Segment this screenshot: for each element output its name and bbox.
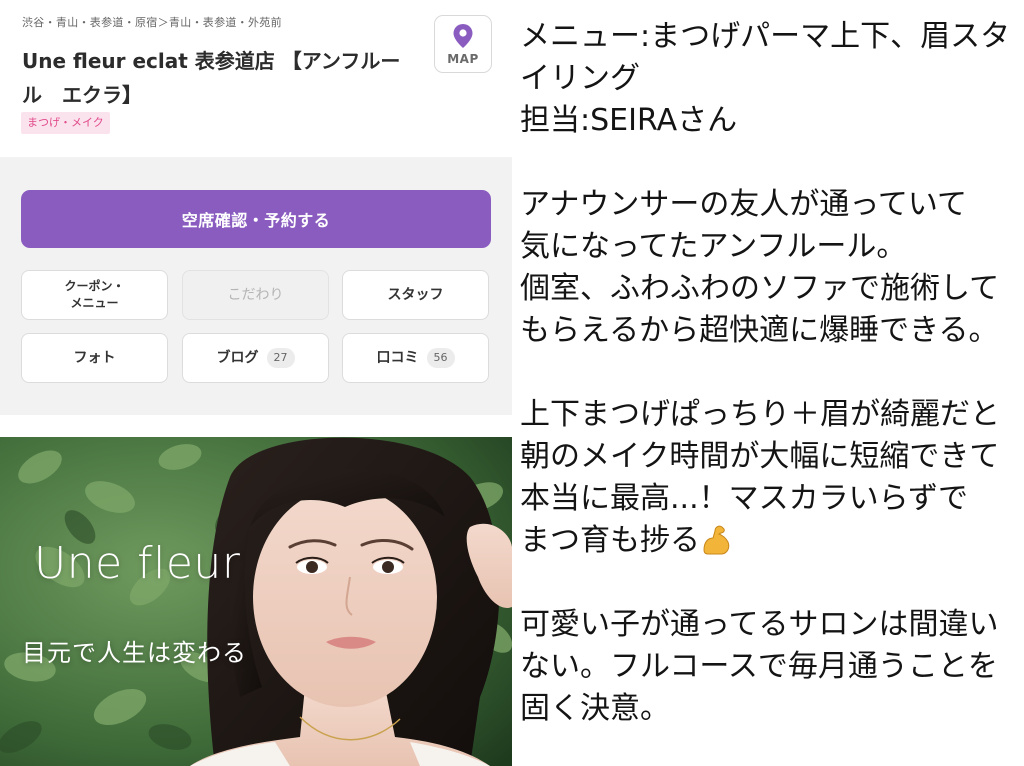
tab-kodawari-label: こだわり <box>227 286 284 303</box>
paragraph-2-line-1: 上下まつげぱっちり＋眉が綺麗だと <box>520 397 1000 432</box>
tab-coupon-menu[interactable]: クーポン・ メニュー <box>21 270 168 320</box>
paragraph-3-line-1: 可愛い子が通ってるサロンは間違い <box>520 607 999 642</box>
shop-name-line1: Une fleur eclat 表参道店 【アンフルー <box>22 49 401 73</box>
tab-reviews[interactable]: 口コミ 56 <box>342 333 489 383</box>
paragraph-2-line-3: 本当に最高...！マスカラいらずで <box>520 481 969 516</box>
paragraph-1-line-2: 気になってたアンフルール。 <box>520 229 907 264</box>
paragraph-1-line-4: もらえるから超快適に爆睡できる。 <box>520 313 999 348</box>
tab-kodawari: こだわり <box>182 270 329 320</box>
paragraph-2-line-2: 朝のメイク時間が大幅に短縮できて <box>520 439 1000 474</box>
shop-name: Une fleur eclat 表参道店 【アンフルー ル エクラ】 <box>22 44 417 112</box>
review-text: メニュー:まつげパーマ上下、眉スタ イリング 担当:SEIRAさん アナウンサー… <box>520 16 1016 730</box>
map-label: MAP <box>447 51 479 66</box>
shop-header: 渋谷・青山・表参道・原宿＞青山・表参道・外苑前 Une fleur eclat … <box>0 0 512 157</box>
banner-slogan: 目元で人生は変わる <box>22 639 247 667</box>
tab-staff[interactable]: スタッフ <box>342 270 489 320</box>
paragraph-1-line-3: 個室、ふわふわのソファで施術して <box>520 271 1000 306</box>
shop-name-line2: ル エクラ】 <box>22 83 142 107</box>
action-area: 空席確認・予約する クーポン・ メニュー こだわり スタッフ フォト ブログ 2… <box>0 157 512 415</box>
divider <box>0 415 512 437</box>
tab-reviews-label: 口コミ <box>376 349 419 366</box>
genre-tag: まつげ・メイク <box>21 112 110 134</box>
salon-banner-photo: Une fleur 目元で人生は変わる <box>0 437 512 766</box>
paragraph-3-line-2: ない。フルコースで毎月通うことを <box>520 649 998 684</box>
area-breadcrumb: 渋谷・青山・表参道・原宿＞青山・表参道・外苑前 <box>22 16 282 29</box>
review-count-badge: 56 <box>426 348 455 368</box>
tab-coupon-label-1: クーポン・ <box>64 279 125 293</box>
salon-app-screenshot: 渋谷・青山・表参道・原宿＞青山・表参道・外苑前 Une fleur eclat … <box>0 0 512 766</box>
menu-line-2: イリング <box>520 61 640 96</box>
blog-count-badge: 27 <box>266 348 295 368</box>
tab-staff-label: スタッフ <box>387 286 444 303</box>
staff-line: 担当:SEIRAさん <box>520 103 738 138</box>
paragraph-1-line-1: アナウンサーの友人が通っていて <box>520 187 967 222</box>
paragraph-3-line-3: 固く決意。 <box>520 691 670 726</box>
tab-coupon-label-2: メニュー <box>70 296 119 310</box>
paragraph-2-line-4: まつ育も捗る <box>520 523 700 558</box>
tab-blog-label: ブログ <box>216 349 259 366</box>
menu-line-1: メニュー:まつげパーマ上下、眉スタ <box>520 19 1011 54</box>
brand-logo: Une fleur <box>34 538 241 589</box>
tab-photo-label: フォト <box>73 349 116 366</box>
reserve-button[interactable]: 空席確認・予約する <box>21 190 491 248</box>
banner-illustration <box>0 437 512 766</box>
map-button[interactable]: MAP <box>434 15 492 73</box>
tab-photo[interactable]: フォト <box>21 333 168 383</box>
paragraph-2-line-4-wrap: まつ育も捗る <box>520 520 1016 562</box>
map-pin-icon <box>453 23 473 48</box>
flexed-biceps-emoji <box>703 525 730 555</box>
tab-blog[interactable]: ブログ 27 <box>182 333 329 383</box>
